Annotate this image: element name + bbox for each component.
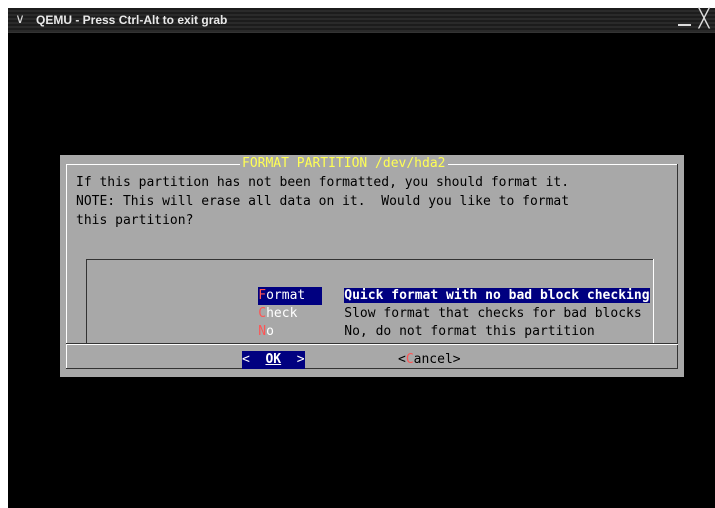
window-title: QEMU - Press Ctrl-Alt to exit grab: [36, 13, 228, 27]
ok-label: OK: [265, 352, 282, 367]
minimize-icon[interactable]: [677, 10, 693, 28]
menu-item-check[interactable]: Check Slow format that checks for bad blo…: [180, 287, 641, 321]
message-line: If this partition has not been formatted…: [76, 175, 570, 190]
dialog-message: If this partition has not been formatted…: [76, 173, 666, 230]
cancel-left-bracket: <: [398, 352, 406, 367]
console-screen: FORMAT PARTITION /dev/hda2 If this parti…: [8, 33, 715, 508]
close-icon[interactable]: ╳: [695, 10, 713, 28]
tag-rest: o: [266, 324, 274, 339]
ok-button[interactable]: < OK >: [242, 351, 305, 369]
message-line: this partition?: [76, 213, 194, 228]
dialog-border-bottom: [66, 368, 678, 369]
cancel-label-rest: ancel>: [413, 352, 461, 367]
menu-border-right: [653, 259, 654, 343]
cancel-button[interactable]: <Cancel>: [398, 351, 461, 369]
button-separator-highlight: [66, 344, 678, 345]
window-menu-icon[interactable]: ∨: [12, 12, 28, 28]
dialog-border-right: [677, 164, 678, 369]
cancel-hotkey: C: [405, 352, 414, 367]
message-line: NOTE: This will erase all data on it. Wo…: [76, 194, 570, 209]
hotkey: N: [258, 324, 267, 339]
ok-left-bracket: <: [242, 352, 266, 367]
menu-item-format[interactable]: Format Quick format with no bad block che…: [180, 269, 650, 305]
options-menu: Format Quick format with no bad block che…: [86, 259, 654, 344]
menu-item-no[interactable]: No No, do not format this partition: [180, 305, 594, 339]
menu-border-left: [86, 259, 87, 343]
ok-right-bracket: >: [281, 352, 305, 367]
menu-item-description: No, do not format this partition: [344, 324, 595, 339]
dialog-title: FORMAT PARTITION /dev/hda2: [240, 155, 448, 173]
format-partition-dialog: FORMAT PARTITION /dev/hda2 If this parti…: [60, 155, 684, 377]
dialog-border-left: [66, 164, 67, 369]
qemu-window: ∨ QEMU - Press Ctrl-Alt to exit grab ╳ F…: [8, 8, 715, 508]
menu-item-tag: No: [258, 323, 322, 341]
menu-border-top: [86, 259, 654, 260]
title-bar[interactable]: ∨ QEMU - Press Ctrl-Alt to exit grab ╳: [8, 8, 715, 33]
